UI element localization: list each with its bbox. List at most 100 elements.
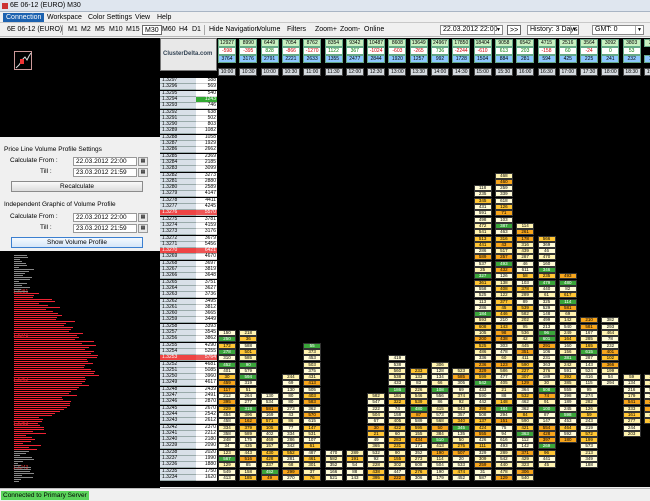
history-select[interactable]: History: 3 Days ▼ bbox=[527, 25, 579, 35]
cluster-cell: 185 bbox=[239, 474, 258, 481]
profile-bar bbox=[14, 301, 55, 302]
tf-m60[interactable]: M60 bbox=[160, 25, 178, 35]
till-field[interactable]: 23.03.2012 21:59 ▦ bbox=[73, 168, 148, 177]
cluster-cell: 373 bbox=[303, 348, 322, 355]
profile-bar bbox=[14, 411, 60, 412]
menu-workspace[interactable]: Workspace bbox=[44, 13, 85, 22]
cluster-cell: 351 bbox=[516, 348, 535, 355]
cluster-cell: 142 bbox=[558, 317, 577, 324]
cluster-cell: 51 bbox=[239, 386, 258, 393]
cluster-cell: 538 bbox=[388, 374, 407, 381]
cluster-cell: 363 bbox=[537, 361, 556, 368]
profile-bar bbox=[14, 261, 22, 262]
cluster-cell: 579 bbox=[239, 367, 258, 374]
cluster-cell: 405 bbox=[388, 418, 407, 425]
menu-view[interactable]: View bbox=[132, 13, 153, 22]
profile-bar bbox=[14, 479, 21, 480]
calendar-icon[interactable]: ▦ bbox=[138, 168, 148, 177]
cluster-cell: 129 bbox=[494, 474, 513, 481]
delta-cell: -610 bbox=[473, 47, 492, 55]
cluster-cell: 36 bbox=[239, 336, 258, 343]
cluster-cell: 42 bbox=[516, 336, 535, 343]
show-volume-profile-button[interactable]: Show Volume Profile bbox=[11, 237, 143, 248]
profile-bar bbox=[14, 259, 20, 260]
cluster-cell: 108 bbox=[431, 386, 449, 393]
cluster-cell: 422 bbox=[388, 424, 407, 431]
cluster-cell: 558 bbox=[473, 285, 492, 292]
tf-m10[interactable]: M10 bbox=[107, 25, 125, 35]
tf-h4[interactable]: H4 bbox=[177, 25, 190, 35]
tf-m5[interactable]: M5 bbox=[93, 25, 107, 35]
cluster-cell: 508 bbox=[537, 386, 556, 393]
tf-m1[interactable]: M1 bbox=[66, 25, 80, 35]
profile-bar bbox=[14, 365, 85, 366]
tf-m15[interactable]: M15 bbox=[124, 25, 142, 35]
till-field-2[interactable]: 23.03.2012 21:59 ▦ bbox=[73, 224, 148, 233]
zoom-out-button[interactable]: Zoom- bbox=[338, 25, 362, 35]
cluster-cell: 517 bbox=[494, 248, 513, 255]
cluster-chart[interactable]: ClusterDelta.com 12927 8990 6449 7054 8762 83… bbox=[160, 38, 650, 487]
menu-color-settings[interactable]: Color Settings bbox=[85, 13, 135, 22]
cluster-cell: 573 bbox=[580, 443, 599, 450]
date-picker[interactable]: 22.03.2012 22:00 ▼ bbox=[440, 25, 503, 35]
calc-from-field[interactable]: 22.03.2012 22:00 ▦ bbox=[73, 157, 148, 166]
gmt-select[interactable]: GMT: 0 ▼ bbox=[592, 25, 644, 35]
profile-bar bbox=[14, 453, 26, 454]
calc-from-label: Calculate From : bbox=[10, 157, 58, 164]
cluster-cell: 413 bbox=[431, 443, 449, 450]
cluster-cell: 333 bbox=[622, 405, 641, 412]
filters-dropdown[interactable]: Filters bbox=[285, 25, 308, 35]
recalculate-button[interactable]: Recalculate bbox=[11, 181, 143, 192]
zoom-in-button[interactable]: Zoom+ bbox=[313, 25, 339, 35]
total-volume-cell: 4715 bbox=[537, 39, 556, 47]
calc-from-field-2[interactable]: 22.03.2012 22:00 ▦ bbox=[73, 213, 148, 222]
menu-bar: Connection Workspace Color Settings View… bbox=[0, 12, 650, 23]
cluster-cell: 111 bbox=[473, 443, 492, 450]
cluster-cell: 323 bbox=[516, 462, 535, 469]
cluster-cell: 286 bbox=[281, 437, 300, 444]
cluster-cell: 203 bbox=[622, 430, 641, 437]
menu-connection[interactable]: Connection bbox=[3, 13, 45, 22]
profile-bar bbox=[14, 323, 66, 324]
profile-bar bbox=[14, 273, 25, 274]
cluster-cell: 364 bbox=[516, 386, 535, 393]
cluster-cell: 143 bbox=[580, 361, 599, 368]
cluster-cell: 43 bbox=[281, 411, 300, 418]
profile-bar bbox=[14, 317, 57, 318]
menu-help[interactable]: Help bbox=[154, 13, 174, 22]
cluster-cell: 88 bbox=[494, 393, 513, 399]
symbol-button[interactable]: 6E 06-12 (EURO) bbox=[5, 25, 64, 35]
cluster-cell: 89 bbox=[516, 298, 535, 305]
total-volume-cell: 2516 bbox=[558, 39, 577, 47]
cluster-cell: 536 bbox=[516, 330, 535, 336]
volume-dropdown[interactable]: Volume bbox=[255, 25, 282, 35]
trades-cell: 281 bbox=[516, 55, 535, 63]
cluster-cell: 570 bbox=[303, 411, 322, 418]
cluster-cell: 61 bbox=[537, 292, 556, 299]
cluster-cell: 516 bbox=[239, 456, 258, 462]
calendar-icon[interactable]: ▦ bbox=[138, 224, 148, 233]
online-button[interactable]: Online bbox=[362, 25, 386, 35]
tf-m30[interactable]: M30 bbox=[142, 25, 162, 35]
cluster-cell: 556 bbox=[431, 393, 449, 399]
cluster-cell: 126 bbox=[580, 405, 599, 412]
cluster-cell: 378 bbox=[516, 285, 535, 292]
cluster-cell: 445 bbox=[516, 342, 535, 349]
time-header: 11:00 bbox=[303, 68, 322, 76]
cluster-cell: 286 bbox=[473, 304, 492, 311]
hide-navigation-button[interactable]: Hide Navigation bbox=[207, 25, 260, 35]
mini-overview-chart[interactable] bbox=[0, 38, 160, 137]
calendar-icon[interactable]: ▦ bbox=[138, 213, 148, 222]
cluster-cell: 107 bbox=[303, 437, 322, 444]
cluster-cell: 78 bbox=[601, 336, 620, 343]
tf-d1[interactable]: D1 bbox=[190, 25, 203, 35]
tf-m2[interactable]: M2 bbox=[79, 25, 93, 35]
cluster-cell: 618 bbox=[494, 197, 513, 204]
calendar-icon[interactable]: ▦ bbox=[138, 157, 148, 166]
cluster-cell: 140 bbox=[644, 374, 650, 381]
trades-cell: 3764 bbox=[218, 55, 236, 63]
go-button[interactable]: >> bbox=[507, 25, 521, 35]
cluster-cell: 498 bbox=[473, 216, 492, 223]
trades-cell: 425 bbox=[558, 55, 577, 63]
cluster-cell: 190 bbox=[431, 468, 449, 475]
